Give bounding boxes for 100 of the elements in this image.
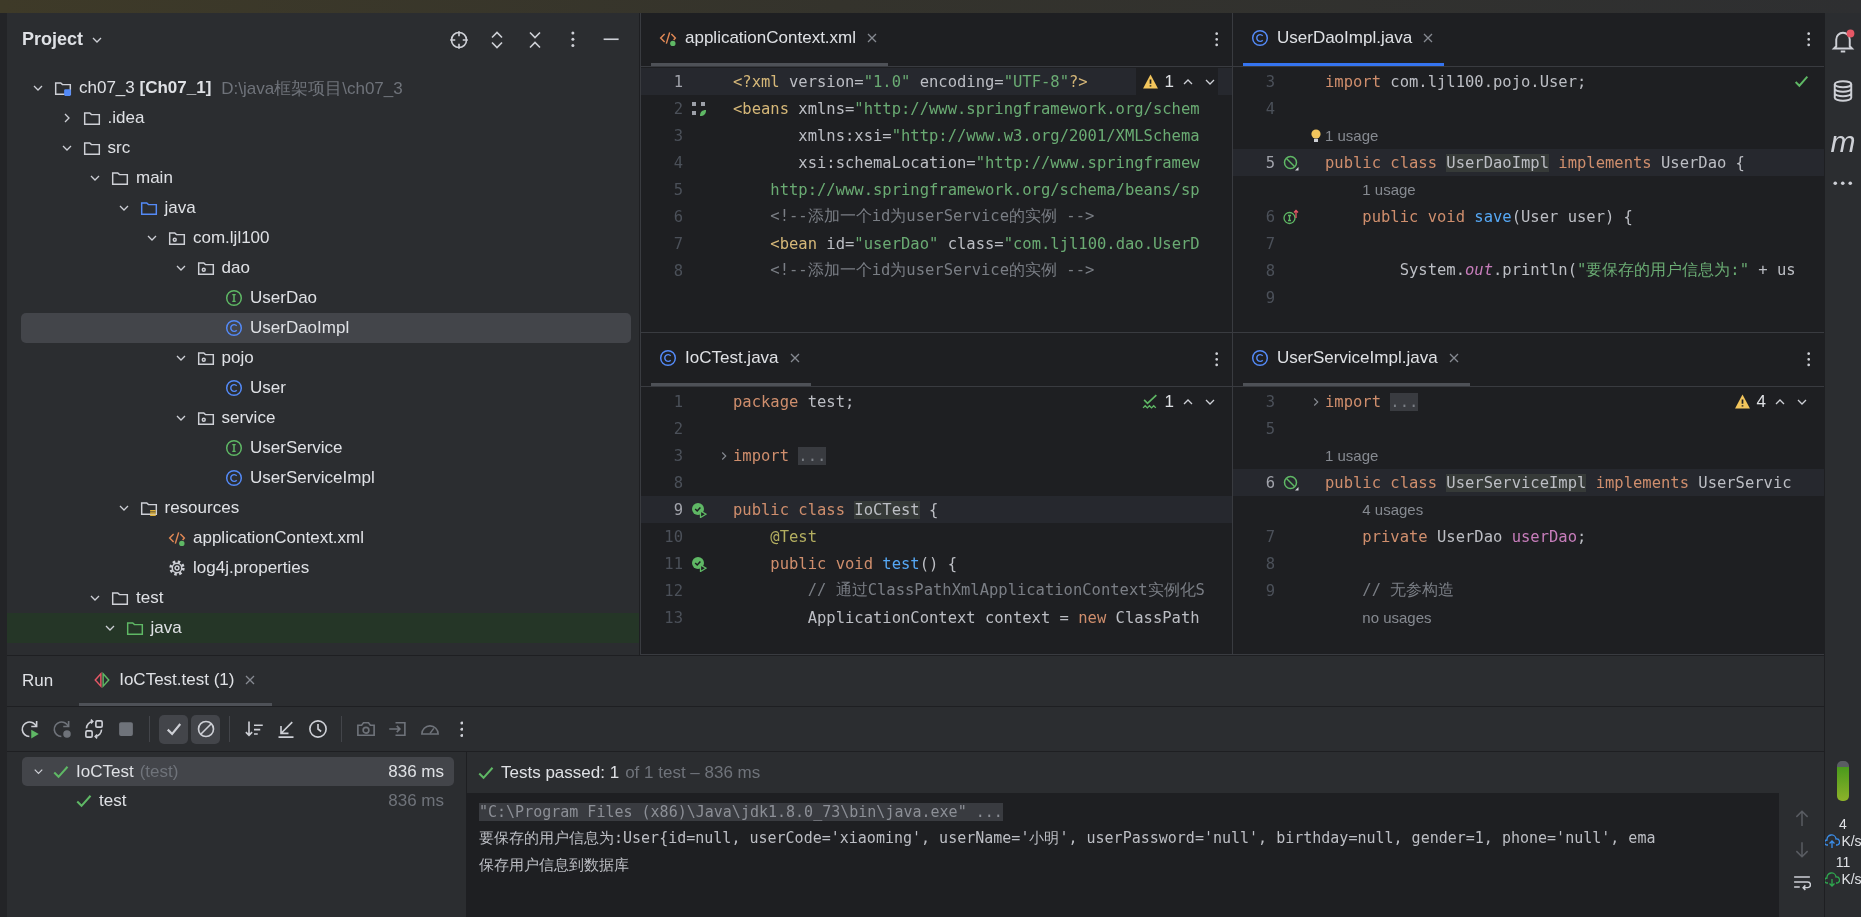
speed-unit: K/s [1841,833,1861,849]
problem-count: 1 [1164,391,1174,412]
test-tree-item[interactable]: test 836 ms [22,786,454,815]
tree-item[interactable]: UserServiceImpl [21,463,631,493]
check-icon[interactable] [1793,73,1810,90]
rerun-icon [19,719,40,739]
line-number: 9 [672,500,683,519]
minimize-icon[interactable] [602,38,620,41]
code-line: public void save(User user) { [1362,207,1633,226]
xml-file-icon [659,29,677,47]
code-line: <!--添加一个id为userService的实例 --> [770,206,1095,227]
package-icon [168,229,186,247]
code-line: ApplicationContext context = new ClassPath [807,608,1200,627]
tree-item[interactable]: test [21,583,631,613]
usage-hint: 1 usage [1325,127,1379,144]
bean-graph-icon[interactable] [691,100,707,117]
panel-title[interactable]: Run [22,671,54,691]
tree-item[interactable]: src [21,133,631,163]
editor-tab[interactable]: UserServiceImpl.java [1243,333,1470,386]
tree-item[interactable]: UserDao [21,283,631,313]
tree-item[interactable]: main [21,163,631,193]
cloud-arrow-icon [1825,871,1841,887]
show-ignored-button[interactable] [191,714,220,744]
code-line: package test; [733,392,855,411]
code-line: <?xml version="1.0" encoding="UTF-8"?> [733,72,1088,91]
tree-item[interactable]: service [21,403,631,433]
more-icon[interactable] [1833,181,1853,186]
crosshair-icon[interactable] [449,29,469,50]
speed-unit: K/s [1841,871,1861,887]
tree-item[interactable]: UserService [21,433,631,463]
rerun-icon [51,719,72,739]
line-number: 1 [672,72,683,91]
xml-file-icon [168,529,186,547]
warning-icon[interactable] [1733,393,1751,410]
code-line: import com.ljl100.pojo.User; [1325,72,1587,91]
code-line: public void test() { [770,554,957,573]
code-line: <!--添加一个id为userService的实例 --> [770,260,1095,281]
slashed-circle-icon[interactable] [1283,154,1299,171]
more-icon [459,720,464,738]
run-tab[interactable]: IoCTest.test (1) [79,656,273,706]
line-number: 5 [1264,153,1275,172]
sort-icon [243,719,264,739]
meter-drawing [1837,761,1849,801]
code-line: <beans xmlns="http://www.springframework.org/schem [733,99,1200,118]
slashed-circle-icon[interactable] [1283,474,1299,491]
warning-icon[interactable] [1141,73,1159,90]
tree-item[interactable]: UserDaoImpl [21,313,631,343]
tree-item[interactable]: com.ljl100 [21,223,631,253]
more-icon[interactable] [1214,352,1218,367]
check-play-icon[interactable] [691,501,707,518]
tree-item[interactable]: dao [21,253,631,283]
network-speed: 11 [1835,854,1851,870]
more-icon[interactable] [571,31,575,48]
code-line: public class IoCTest { [733,500,939,519]
tree-item[interactable]: ch07_3 [Ch07_1] D:\java框架项目\ch07_3 [21,73,631,103]
maven-label[interactable]: m [1830,129,1856,155]
resources-folder-icon [139,499,158,517]
tree-item[interactable]: applicationContext.xml [21,523,631,553]
code-line: xsi:schemaLocation="http://www.springframew [798,153,1200,172]
more-icon[interactable] [1806,352,1810,367]
code-line: http://www.springframework.org/schema/beans/sp [770,180,1200,199]
bell-icon[interactable] [1831,29,1855,53]
folder-icon [82,139,101,157]
console-line: 要保存的用户信息为:User{id=null, userCode='xiaoming', userName='小明', userPassword='null', birthday=null, gender=1, phone='null', ema [479,829,1656,848]
database-icon[interactable] [1831,79,1855,103]
usage-hint: 4 usages [1362,501,1424,518]
class-icon [659,349,677,367]
class-icon [1251,349,1269,367]
tree-item[interactable]: resources [21,493,631,523]
usage-hint: 1 usage [1325,447,1379,464]
editor-tab[interactable]: IoCTest.java [651,333,811,386]
usage-hint: no usages [1362,609,1432,626]
tree-item[interactable]: java [7,613,639,643]
network-speed: 4 [1839,816,1847,832]
class-icon [225,319,243,337]
check-play-icon[interactable] [691,555,707,572]
tree-item[interactable]: .idea [21,103,631,133]
check-squiggle-icon[interactable] [1141,393,1159,410]
module-icon [54,79,72,97]
class-icon [225,469,243,487]
editor-tab[interactable]: UserDaoImpl.java [1243,13,1445,66]
problem-count: 4 [1756,391,1766,412]
folder-icon [111,169,129,187]
folder-icon [139,199,158,217]
cloud-arrow-icon [1825,833,1841,849]
export-icon [387,719,408,739]
tree-item[interactable]: pojo [21,343,631,373]
circle-slash-icon [195,719,216,739]
soft-wrap-icon [1792,873,1811,891]
panel-title[interactable]: Project [22,29,84,50]
tree-item[interactable]: User [21,373,631,403]
tree-item[interactable]: java [21,193,631,223]
test-result-icon [93,670,112,689]
show-passed-button[interactable] [159,714,188,744]
test-summary: of 1 test – 836 ms [625,762,761,783]
more-icon[interactable] [1806,32,1810,47]
more-icon[interactable] [1214,32,1218,47]
tree-item[interactable]: log4j.properties [21,553,631,583]
code-line: private UserDao userDao; [1362,527,1587,546]
interface-icon [225,439,243,457]
